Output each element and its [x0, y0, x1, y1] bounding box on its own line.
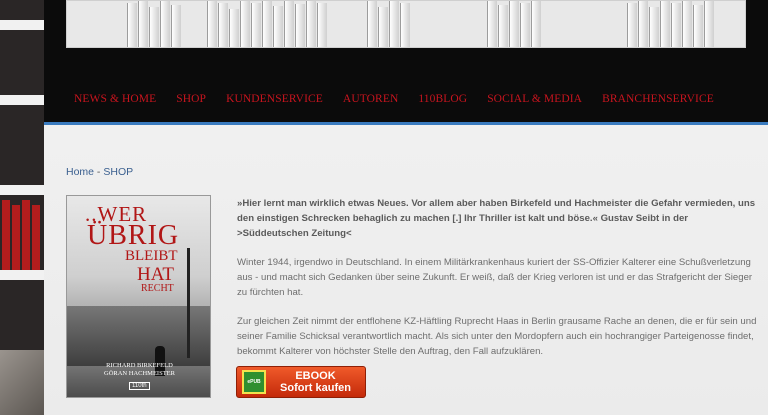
- breadcrumb: Home - SHOP: [66, 166, 133, 178]
- cover-street-lamp: [187, 248, 190, 358]
- description-paragraph-1: Winter 1944, irgendwo in Deutschland. In…: [237, 257, 753, 298]
- book-cover-image[interactable]: ..WER ÜBRIG BLEIBT HAT RECHT RICHARD BIR…: [66, 195, 211, 398]
- nav-item-social-media[interactable]: SOCIAL & MEDIA: [487, 93, 582, 105]
- header-bookshelf-banner: [66, 0, 746, 48]
- nav-item-shop[interactable]: SHOP: [176, 93, 206, 105]
- nav-item-110blog[interactable]: 110BLOG: [418, 93, 467, 105]
- cover-title-line2: ÜBRIG: [87, 220, 180, 251]
- cover-publisher-logo: 110th: [129, 382, 150, 390]
- ebook-buy-button[interactable]: ePUB EBOOK Sofort kaufen: [236, 366, 366, 398]
- site-header: NEWS & HOME SHOP KUNDENSERVICE AUTOREN 1…: [44, 0, 768, 125]
- cover-title-line3: BLEIBT: [125, 248, 178, 264]
- background-bookshelf: [0, 0, 46, 415]
- book-description: »Hier lernt man wirklich etwas Neues. Vo…: [237, 196, 762, 373]
- main-nav: NEWS & HOME SHOP KUNDENSERVICE AUTOREN 1…: [74, 93, 734, 105]
- breadcrumb-current[interactable]: SHOP: [103, 166, 133, 178]
- nav-item-kundenservice[interactable]: KUNDENSERVICE: [226, 93, 323, 105]
- ebook-button-label: EBOOK Sofort kaufen: [266, 370, 365, 394]
- nav-item-branchenservice[interactable]: BRANCHENSERVICE: [602, 93, 714, 105]
- cover-authors: RICHARD BIRKEFELD GÖRAN HACHMEISTER: [67, 362, 210, 378]
- description-paragraph-2: Zur gleichen Zeit nimmt der entflohene K…: [237, 316, 757, 357]
- nav-item-autoren[interactable]: AUTOREN: [343, 93, 398, 105]
- nav-item-news-home[interactable]: NEWS & HOME: [74, 93, 156, 105]
- cover-title-line5: RECHT: [141, 283, 174, 294]
- ebook-button-line2: Sofort kaufen: [280, 382, 351, 394]
- ebook-button-line1: EBOOK: [295, 370, 336, 382]
- cover-author-2: GÖRAN HACHMEISTER: [104, 370, 175, 377]
- breadcrumb-separator: -: [94, 166, 104, 178]
- breadcrumb-home-link[interactable]: Home: [66, 166, 94, 178]
- cover-author-1: RICHARD BIRKEFELD: [106, 362, 173, 369]
- epub-icon: ePUB: [242, 370, 266, 394]
- press-quote: »Hier lernt man wirklich etwas Neues. Vo…: [237, 198, 756, 239]
